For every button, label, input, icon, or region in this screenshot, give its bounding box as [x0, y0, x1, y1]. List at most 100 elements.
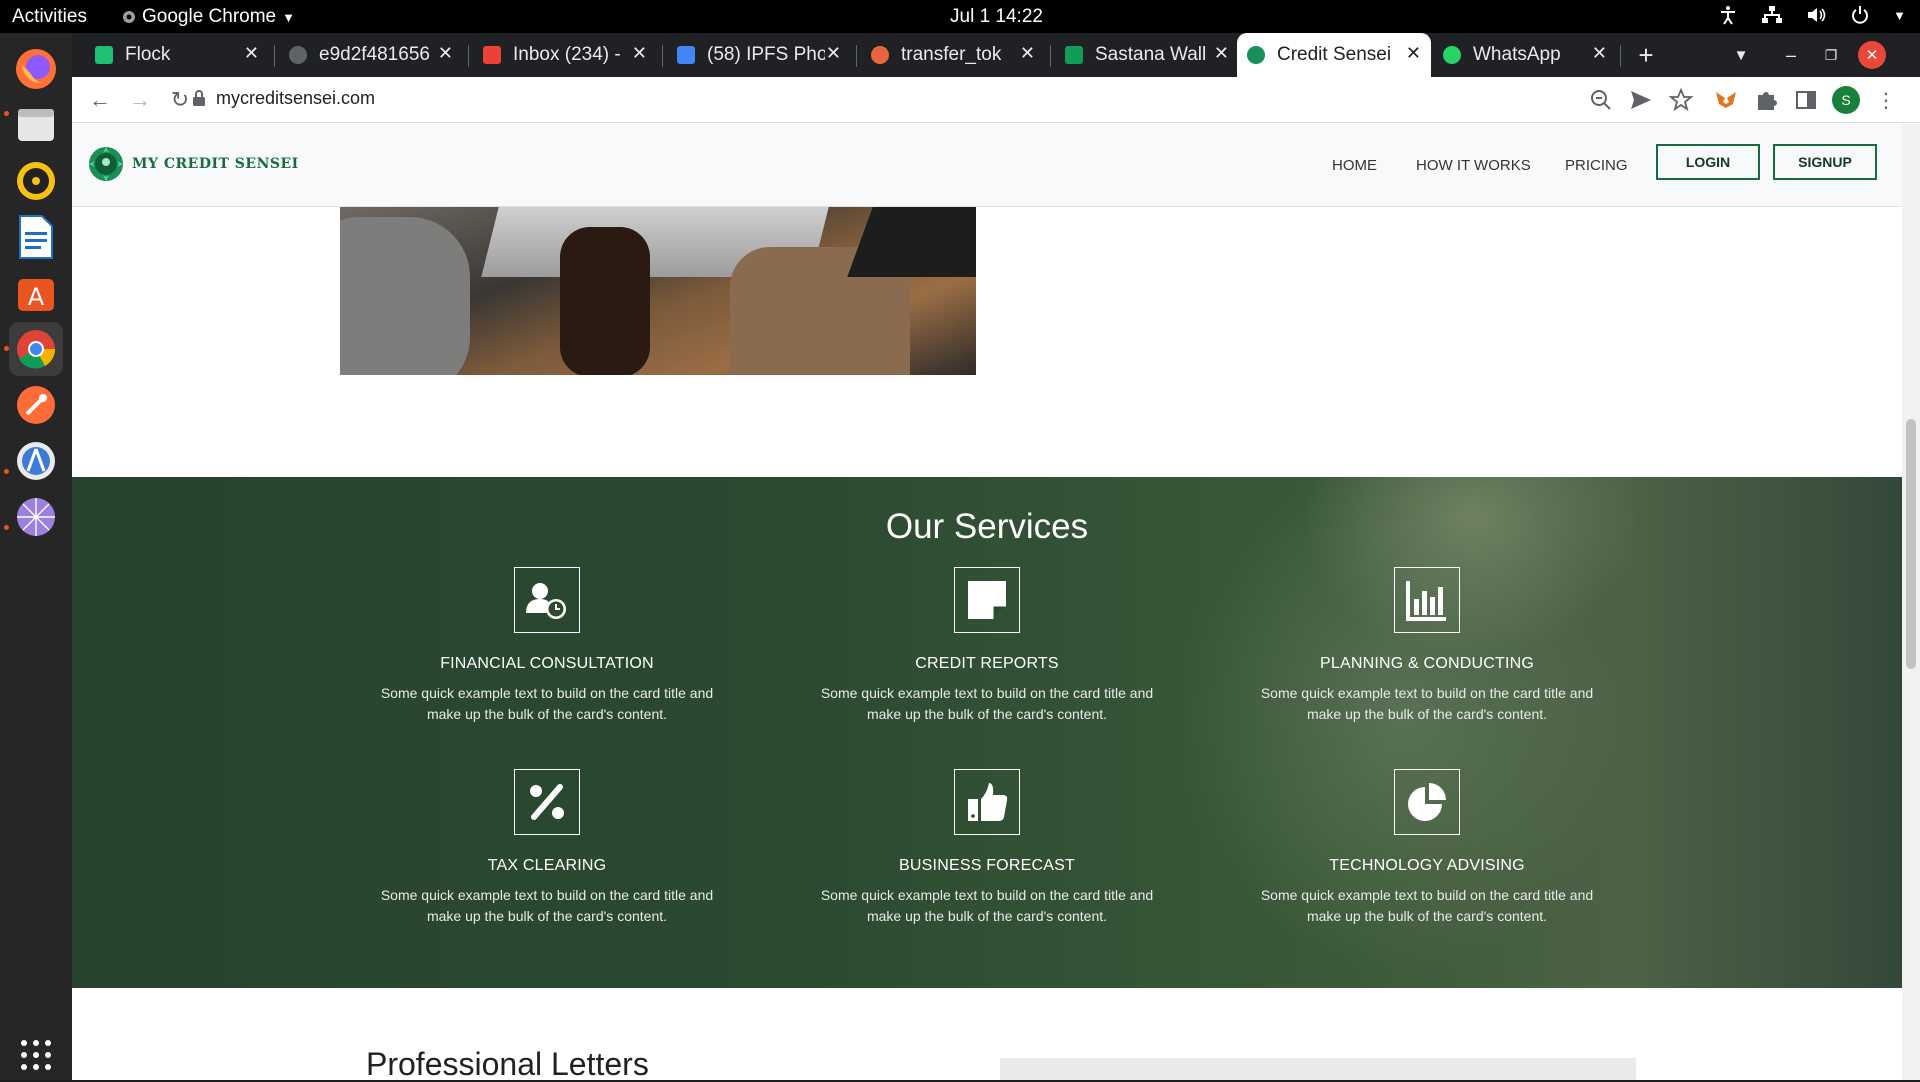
tab-whatsapp[interactable]: WhatsApp ✕ [1433, 33, 1617, 77]
tab-flock[interactable]: Flock ✕ [85, 33, 269, 77]
close-icon[interactable]: ✕ [1214, 43, 1229, 64]
dock-firefox[interactable] [9, 42, 63, 96]
browser-toolbar: ← → ↻ mycreditsensei.com S ⋮ [72, 77, 1920, 123]
app-menu[interactable]: Google Chrome ▼ [122, 6, 295, 28]
flock-icon [95, 46, 113, 64]
reload-button[interactable]: ↻ [166, 86, 194, 114]
whatsapp-icon [1443, 46, 1461, 64]
service-title: BUSINESS FORECAST [899, 857, 1075, 874]
extensions-puzzle-icon[interactable] [1752, 86, 1780, 114]
close-icon[interactable]: ✕ [1406, 43, 1421, 64]
dock-writer[interactable] [9, 210, 63, 264]
tab-ipfs[interactable]: (58) IPFS Pho ✕ [667, 33, 851, 77]
system-tray[interactable]: ▼ [1717, 4, 1906, 26]
tab-title: WhatsApp [1473, 44, 1561, 65]
close-icon[interactable]: ✕ [244, 43, 259, 64]
bookmark-star-icon[interactable] [1667, 86, 1695, 114]
svg-text:A: A [28, 283, 45, 311]
activities-button[interactable]: Activities [12, 6, 87, 28]
dock-software[interactable]: A [9, 266, 63, 320]
network-icon[interactable] [1761, 4, 1783, 26]
section-title: Professional Letters [366, 1046, 649, 1080]
thumbs-up-icon [954, 769, 1020, 835]
nav-home-link[interactable]: HOME [1332, 157, 1377, 174]
tab-hash[interactable]: e9d2f481656 ✕ [279, 33, 463, 77]
accessibility-icon[interactable] [1717, 4, 1739, 26]
service-title: TAX CLEARING [487, 857, 607, 874]
rhythmbox-icon [17, 162, 55, 200]
dock-android-studio[interactable] [9, 434, 63, 488]
back-button[interactable]: ← [86, 86, 114, 114]
close-icon[interactable]: ✕ [826, 43, 841, 64]
service-card: CREDIT REPORTS Some quick example text t… [802, 567, 1172, 725]
services-title: Our Services [885, 507, 1089, 546]
globe-icon [289, 46, 307, 64]
close-window-button[interactable]: ✕ [1858, 41, 1886, 69]
tab-transfer[interactable]: transfer_tok ✕ [861, 33, 1045, 77]
close-icon[interactable]: ✕ [632, 43, 647, 64]
plus-doc-icon [1065, 46, 1083, 64]
bar-chart-icon [1394, 567, 1460, 633]
nav-pricing-link[interactable]: PRICING [1565, 157, 1628, 174]
send-icon[interactable] [1627, 86, 1655, 114]
clock[interactable]: Jul 1 14:22 [950, 6, 1043, 28]
globe-network-icon [17, 498, 55, 536]
dock-files[interactable] [9, 98, 63, 152]
signup-button[interactable]: SIGNUP [1773, 144, 1877, 180]
restore-button[interactable]: ❐ [1817, 41, 1845, 69]
tab-credit-sensei[interactable]: Credit Sensei ✕ [1237, 33, 1431, 77]
service-title: FINANCIAL CONSULTATION [440, 655, 654, 672]
kebab-menu-icon[interactable]: ⋮ [1872, 86, 1900, 114]
tab-sastana[interactable]: Sastana Wall ✕ [1055, 33, 1239, 77]
tab-strip: Flock ✕ e9d2f481656 ✕ Inbox (234) - ✕ (5… [72, 33, 1920, 77]
profile-avatar[interactable]: S [1832, 86, 1860, 114]
lock-icon[interactable] [192, 89, 206, 107]
nav-how-it-works-link[interactable]: HOW IT WORKS [1416, 157, 1531, 174]
minimize-button[interactable]: – [1777, 41, 1805, 69]
service-title: TECHNOLOGY ADVISING [1329, 857, 1525, 874]
tab-gmail[interactable]: Inbox (234) - ✕ [473, 33, 657, 77]
service-description: Some quick example text to build on the … [380, 887, 714, 924]
tab-search-chevron-icon[interactable]: ▼ [1727, 41, 1755, 69]
close-icon[interactable]: ✕ [1020, 43, 1035, 64]
metamask-icon[interactable] [1712, 86, 1740, 114]
gmail-icon [483, 46, 501, 64]
user-clock-icon [514, 567, 580, 633]
forward-button[interactable]: → [126, 86, 154, 114]
dock-postman[interactable] [9, 378, 63, 432]
power-icon[interactable] [1849, 4, 1871, 26]
page-scrollbar[interactable] [1902, 124, 1920, 1080]
service-description: Some quick example text to build on the … [820, 685, 1154, 722]
new-tab-button[interactable]: + [1632, 40, 1660, 70]
dock-network-app[interactable] [9, 490, 63, 544]
tab-title: Inbox (234) - [513, 44, 621, 65]
side-panel-icon[interactable] [1792, 86, 1820, 114]
chrome-window: Flock ✕ e9d2f481656 ✕ Inbox (234) - ✕ (5… [72, 33, 1920, 1080]
service-description: Some quick example text to build on the … [820, 887, 1154, 924]
section-image [1000, 1058, 1636, 1080]
app-menu-label: Google Chrome [142, 6, 277, 27]
files-icon [18, 109, 54, 141]
pie-chart-icon [1394, 769, 1460, 835]
tab-title: transfer_tok [901, 44, 1002, 65]
dock-running-indicator [4, 469, 9, 474]
volume-icon[interactable] [1805, 4, 1827, 26]
show-applications-button[interactable] [9, 1028, 63, 1082]
chevron-down-icon[interactable]: ▼ [1893, 8, 1906, 23]
site-logo[interactable]: MY CREDIT SENSEI [86, 144, 299, 184]
zoom-icon[interactable] [1587, 86, 1615, 114]
dock-rhythmbox[interactable] [9, 154, 63, 208]
scrollbar-thumb[interactable] [1906, 419, 1916, 669]
service-description: Some quick example text to build on the … [380, 685, 714, 722]
service-title: CREDIT REPORTS [915, 655, 1059, 672]
percent-icon [514, 769, 580, 835]
dock-chrome[interactable] [9, 322, 63, 376]
web-page: MY CREDIT SENSEI HOME HOW IT WORKS PRICI… [72, 124, 1902, 1080]
address-bar[interactable]: mycreditsensei.com [216, 88, 375, 109]
writer-icon [19, 215, 53, 259]
close-icon[interactable]: ✕ [438, 43, 453, 64]
close-icon[interactable]: ✕ [1592, 43, 1607, 64]
android-studio-icon [17, 442, 55, 480]
login-button[interactable]: LOGIN [1656, 144, 1760, 180]
service-card: PLANNING & CONDUCTING Some quick example… [1242, 567, 1612, 725]
